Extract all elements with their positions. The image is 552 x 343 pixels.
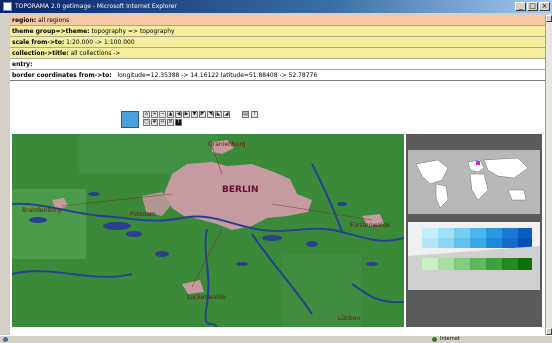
map-side-panel: [406, 134, 542, 327]
home-icon[interactable]: ⌂: [143, 111, 150, 118]
entry-label: entry:: [12, 61, 33, 68]
map-label-luebben: Lübben: [338, 315, 360, 322]
pan-icon[interactable]: ✥: [151, 119, 158, 126]
ie-icon: [3, 2, 12, 11]
info-icon[interactable]: i: [175, 119, 182, 126]
internet-zone-icon: [432, 337, 437, 342]
arrow-downright-icon[interactable]: ◢: [223, 111, 230, 118]
maximize-button[interactable]: □: [527, 2, 538, 11]
vertical-scrollbar[interactable]: [545, 15, 552, 335]
map-label-potsdam: Potsdam: [130, 211, 156, 218]
scroll-down-button[interactable]: [546, 328, 552, 335]
arrow-right-icon[interactable]: ▶: [183, 111, 190, 118]
window-titlebar: TOPORAMA 2.0 getimage - Microsoft Intern…: [0, 0, 552, 13]
map-thumbnail-icon[interactable]: [121, 111, 139, 128]
border-coordinates-label: border coordinates from->to:: [12, 72, 112, 79]
scale-value: 1:20.000 -> 1:100.000: [66, 39, 135, 46]
map-label-luckenwalde: Luckenwalde: [187, 294, 226, 301]
entry-row[interactable]: entry:: [10, 59, 545, 70]
region-value: all regions: [38, 17, 70, 24]
elevation-legend: [408, 222, 540, 290]
collection-label: collection->title:: [12, 50, 69, 57]
region-label: region:: [12, 17, 37, 24]
arrow-upright-icon[interactable]: ◥: [207, 111, 214, 118]
overview-location-marker: [476, 161, 480, 165]
border-coordinates-row: border coordinates from->to: longitude=1…: [10, 70, 545, 81]
arrow-downleft-icon[interactable]: ◣: [215, 111, 222, 118]
arrow-down-icon[interactable]: ▼: [191, 111, 198, 118]
theme-label: theme group=>theme:: [12, 28, 90, 35]
close-button[interactable]: ×: [539, 2, 550, 11]
topographic-map[interactable]: Oranienburg BERLIN Brandenburg Potsdam F…: [12, 134, 404, 327]
border-coordinates-value: longitude=12.35388 -> 14.16122 latitude=…: [117, 72, 318, 79]
map-label-berlin: BERLIN: [222, 185, 259, 195]
scroll-up-button[interactable]: [546, 15, 552, 22]
map-label-oranienburg: Oranienburg: [208, 141, 246, 148]
arrow-upleft-icon[interactable]: ◤: [199, 111, 206, 118]
page-icon: [3, 337, 8, 342]
scale-row[interactable]: scale from->to: 1:20.000 -> 1:100.000: [10, 37, 545, 48]
collection-row[interactable]: collection->title: all collections ->: [10, 48, 545, 59]
zoom-in-icon[interactable]: +: [151, 111, 158, 118]
scale-label: scale from->to:: [12, 39, 65, 46]
zoom-out-icon[interactable]: −: [159, 111, 166, 118]
map-label-brandenburg: Brandenburg: [22, 207, 61, 214]
help-icon[interactable]: ?: [251, 111, 258, 118]
arrow-up-icon[interactable]: ▲: [167, 111, 174, 118]
status-bar: Internet: [0, 335, 552, 342]
page-content: region: all regions theme group=>theme: …: [10, 15, 545, 335]
measure-icon[interactable]: ↔: [159, 119, 166, 126]
arrow-left-icon[interactable]: ◀: [175, 111, 182, 118]
theme-value: topography => topography: [91, 28, 175, 35]
collection-value: all collections ->: [70, 50, 121, 57]
window-title: TOPORAMA 2.0 getimage - Microsoft Intern…: [15, 3, 177, 10]
print-icon[interactable]: ▤: [242, 111, 249, 118]
search-icon[interactable]: ○: [143, 119, 150, 126]
minimize-button[interactable]: _: [515, 2, 526, 11]
map-label-fuerstenwalde: Fürstenwalde: [350, 222, 390, 229]
world-overview-map[interactable]: [408, 150, 540, 214]
theme-row[interactable]: theme group=>theme: topography => topogr…: [10, 26, 545, 37]
region-row[interactable]: region: all regions: [10, 15, 545, 26]
list-icon[interactable]: ≡: [167, 119, 174, 126]
